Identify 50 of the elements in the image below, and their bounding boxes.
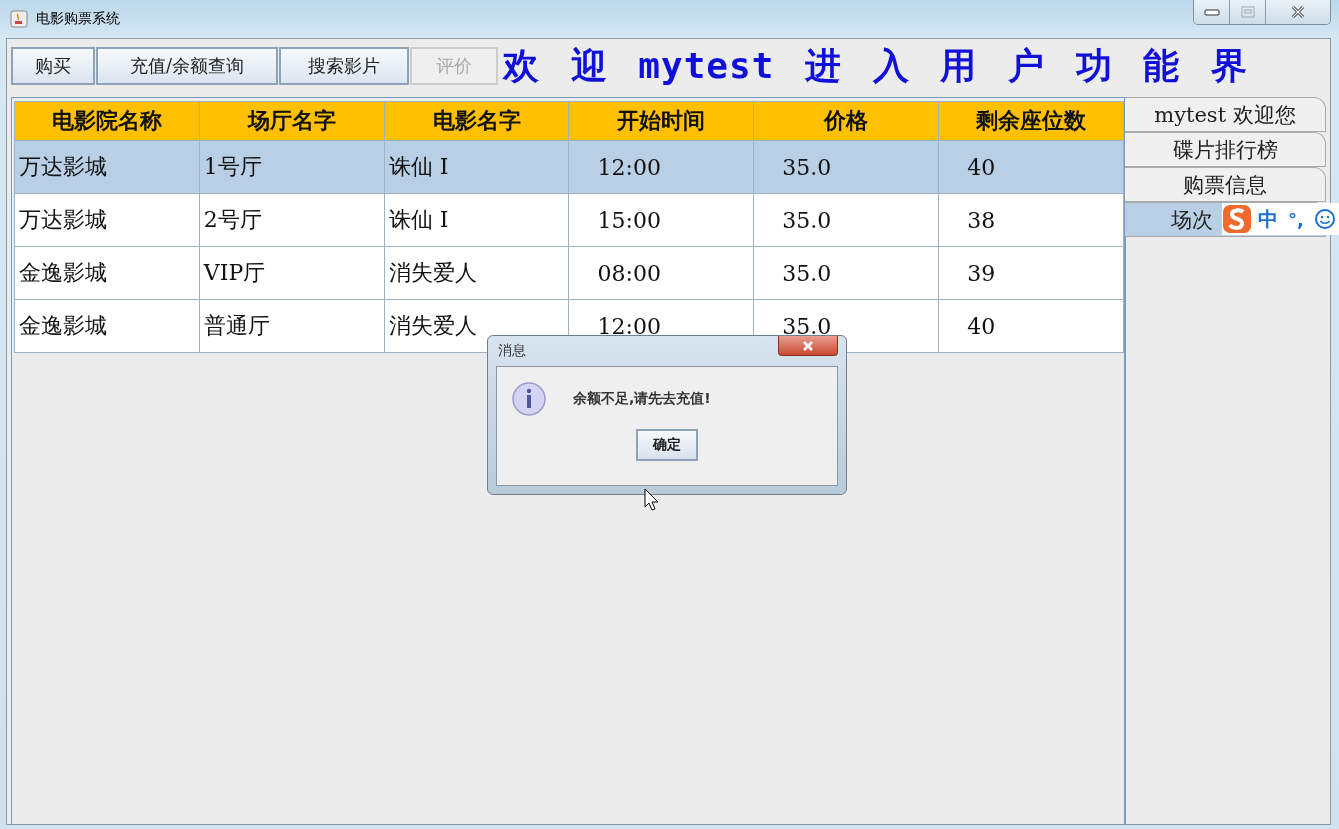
table-cell[interactable]: 12:00 xyxy=(569,140,754,194)
table-cell[interactable]: 消失爱人 xyxy=(384,246,569,300)
table-cell[interactable]: 40 xyxy=(938,299,1124,353)
table-cell[interactable]: 金逸影城 xyxy=(14,299,200,353)
table-cell[interactable]: 38 xyxy=(938,193,1124,247)
side-tab[interactable]: 碟片排行榜 xyxy=(1125,132,1326,167)
close-icon xyxy=(1290,5,1306,19)
table-cell[interactable]: 2号厅 xyxy=(199,193,385,247)
window-title: 电影购票系统 xyxy=(36,10,120,28)
table-cell[interactable]: 15:00 xyxy=(569,193,754,247)
table-cell[interactable]: 1号厅 xyxy=(199,140,385,194)
table-cell[interactable]: 35.0 xyxy=(753,246,939,300)
info-icon xyxy=(511,381,547,417)
minimize-icon xyxy=(1203,8,1220,16)
toolbar-button[interactable]: 搜索影片 xyxy=(279,47,409,85)
side-tab[interactable]: mytest 欢迎您 xyxy=(1125,97,1326,132)
table-cell[interactable]: 35.0 xyxy=(753,193,939,247)
dialog-message: 余额不足,请先去充值! xyxy=(573,390,711,408)
column-header: 电影名字 xyxy=(384,101,569,141)
table-cell[interactable]: 金逸影城 xyxy=(14,246,200,300)
close-button[interactable] xyxy=(778,336,838,356)
table-cell[interactable]: 诛仙 I xyxy=(384,193,569,247)
toolbar-button[interactable]: 充值/余额查询 xyxy=(96,47,278,85)
table-cell[interactable]: 万达影城 xyxy=(14,193,200,247)
minimize-button[interactable] xyxy=(1194,0,1230,24)
table-cell[interactable]: 万达影城 xyxy=(14,140,200,194)
column-header: 剩余座位数 xyxy=(938,101,1124,141)
column-header: 开始时间 xyxy=(569,101,754,141)
table-cell[interactable]: VIP厅 xyxy=(199,246,385,300)
ok-button[interactable]: 确定 xyxy=(636,429,698,461)
toolbar-button[interactable]: 购买 xyxy=(11,47,95,85)
smiley-icon[interactable] xyxy=(1313,208,1336,230)
welcome-heading: 欢 迎 mytest 进 入 用 户 功 能 界 xyxy=(503,43,1249,88)
table-cell[interactable]: 35.0 xyxy=(753,140,939,194)
column-header: 价格 xyxy=(753,101,939,141)
mouse-cursor-icon xyxy=(644,488,660,512)
maximize-icon xyxy=(1240,6,1255,18)
table-cell[interactable]: 40 xyxy=(938,140,1124,194)
table-cell[interactable]: 39 xyxy=(938,246,1124,300)
column-header: 场厅名字 xyxy=(199,101,385,141)
table-cell[interactable]: 诛仙 I xyxy=(384,140,569,194)
ime-punctuation[interactable]: °, xyxy=(1288,208,1304,230)
table-cell[interactable]: 08:00 xyxy=(569,246,754,300)
side-tab[interactable]: 购票信息 xyxy=(1125,167,1326,202)
coffee-cup-icon xyxy=(10,10,28,28)
column-header: 电影院名称 xyxy=(14,101,200,141)
table-cell[interactable]: 普通厅 xyxy=(199,299,385,353)
ime-mode[interactable]: 中 xyxy=(1258,205,1278,233)
maximize-button[interactable] xyxy=(1230,0,1266,24)
close-icon xyxy=(801,340,815,351)
